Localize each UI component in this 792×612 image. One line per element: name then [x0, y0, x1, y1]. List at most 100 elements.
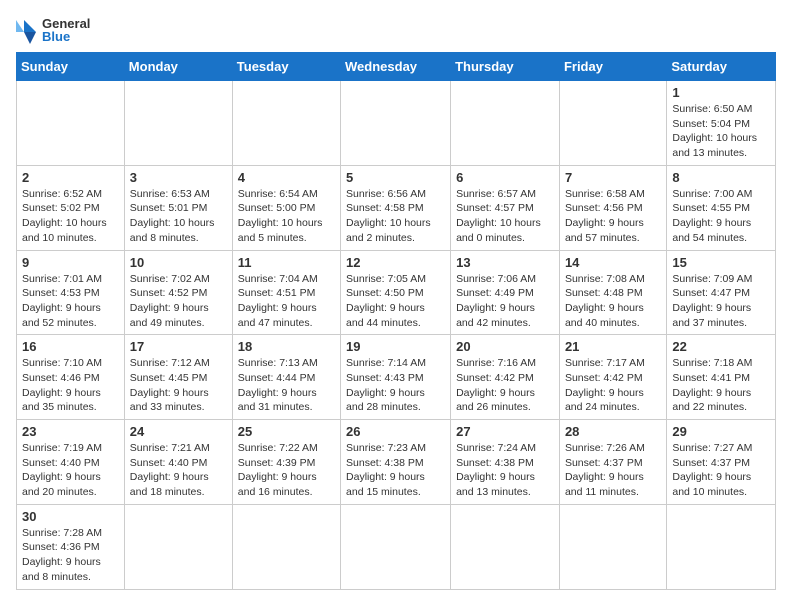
calendar-cell — [232, 504, 340, 589]
day-info: Sunrise: 7:10 AM Sunset: 4:46 PM Dayligh… — [22, 356, 119, 415]
day-info: Sunrise: 7:19 AM Sunset: 4:40 PM Dayligh… — [22, 441, 119, 500]
day-number: 26 — [346, 424, 445, 439]
logo-blue: Blue — [42, 30, 90, 43]
week-row-5: 30 Sunrise: 7:28 AM Sunset: 4:36 PM Dayli… — [17, 504, 776, 589]
day-number: 12 — [346, 255, 445, 270]
calendar-cell: 11 Sunrise: 7:04 AM Sunset: 4:51 PM Dayli… — [232, 250, 340, 335]
day-info: Sunrise: 6:50 AM Sunset: 5:04 PM Dayligh… — [672, 102, 770, 161]
calendar-cell: 12Sunrise: 7:05 AM Sunset: 4:50 PM Dayli… — [341, 250, 451, 335]
day-info: Sunrise: 7:00 AM Sunset: 4:55 PM Dayligh… — [672, 187, 770, 246]
day-number: 14 — [565, 255, 661, 270]
day-number: 18 — [238, 339, 335, 354]
day-number: 25 — [238, 424, 335, 439]
calendar-cell — [341, 81, 451, 166]
header-sunday: Sunday — [17, 53, 125, 81]
calendar-cell: 7 Sunrise: 6:58 AM Sunset: 4:56 PM Daylig… — [559, 165, 666, 250]
day-number: 27 — [456, 424, 554, 439]
logo-triangle-icon — [16, 16, 40, 44]
day-info: Sunrise: 6:58 AM Sunset: 4:56 PM Dayligh… — [565, 187, 661, 246]
day-number: 7 — [565, 170, 661, 185]
day-number: 10 — [130, 255, 227, 270]
calendar-cell: 22Sunrise: 7:18 AM Sunset: 4:41 PM Dayli… — [667, 335, 776, 420]
calendar-cell: 19 Sunrise: 7:14 AM Sunset: 4:43 PM Dayli… — [341, 335, 451, 420]
day-info: Sunrise: 7:01 AM Sunset: 4:53 PM Dayligh… — [22, 272, 119, 331]
calendar-cell — [232, 81, 340, 166]
calendar-cell: 16Sunrise: 7:10 AM Sunset: 4:46 PM Dayli… — [17, 335, 125, 420]
day-info: Sunrise: 7:23 AM Sunset: 4:38 PM Dayligh… — [346, 441, 445, 500]
calendar-cell: 15Sunrise: 7:09 AM Sunset: 4:47 PM Dayli… — [667, 250, 776, 335]
week-row-2: 9 Sunrise: 7:01 AM Sunset: 4:53 PM Daylig… — [17, 250, 776, 335]
calendar-cell: 28 Sunrise: 7:26 AM Sunset: 4:37 PM Dayli… — [559, 420, 666, 505]
day-info: Sunrise: 7:17 AM Sunset: 4:42 PM Dayligh… — [565, 356, 661, 415]
day-number: 15 — [672, 255, 770, 270]
day-number: 23 — [22, 424, 119, 439]
day-info: Sunrise: 7:14 AM Sunset: 4:43 PM Dayligh… — [346, 356, 445, 415]
day-info: Sunrise: 6:56 AM Sunset: 4:58 PM Dayligh… — [346, 187, 445, 246]
day-number: 1 — [672, 85, 770, 100]
calendar-table: SundayMondayTuesdayWednesdayThursdayFrid… — [16, 52, 776, 590]
day-info: Sunrise: 7:13 AM Sunset: 4:44 PM Dayligh… — [238, 356, 335, 415]
day-number: 19 — [346, 339, 445, 354]
calendar-cell: 18 Sunrise: 7:13 AM Sunset: 4:44 PM Dayli… — [232, 335, 340, 420]
header-thursday: Thursday — [451, 53, 560, 81]
week-row-1: 2Sunrise: 6:52 AM Sunset: 5:02 PM Daylig… — [17, 165, 776, 250]
header-saturday: Saturday — [667, 53, 776, 81]
day-number: 2 — [22, 170, 119, 185]
day-info: Sunrise: 7:02 AM Sunset: 4:52 PM Dayligh… — [130, 272, 227, 331]
calendar-cell: 17 Sunrise: 7:12 AM Sunset: 4:45 PM Dayli… — [124, 335, 232, 420]
day-number: 21 — [565, 339, 661, 354]
day-number: 22 — [672, 339, 770, 354]
day-info: Sunrise: 7:21 AM Sunset: 4:40 PM Dayligh… — [130, 441, 227, 500]
logo: General Blue — [16, 16, 90, 44]
day-number: 11 — [238, 255, 335, 270]
week-row-4: 23 Sunrise: 7:19 AM Sunset: 4:40 PM Dayli… — [17, 420, 776, 505]
calendar-cell — [559, 504, 666, 589]
calendar-cell: 6Sunrise: 6:57 AM Sunset: 4:57 PM Daylig… — [451, 165, 560, 250]
calendar-cell: 10 Sunrise: 7:02 AM Sunset: 4:52 PM Dayli… — [124, 250, 232, 335]
calendar-cell: 2Sunrise: 6:52 AM Sunset: 5:02 PM Daylig… — [17, 165, 125, 250]
header-tuesday: Tuesday — [232, 53, 340, 81]
day-number: 8 — [672, 170, 770, 185]
calendar-cell: 8 Sunrise: 7:00 AM Sunset: 4:55 PM Daylig… — [667, 165, 776, 250]
calendar-cell — [451, 504, 560, 589]
day-info: Sunrise: 7:04 AM Sunset: 4:51 PM Dayligh… — [238, 272, 335, 331]
calendar-cell: 26 Sunrise: 7:23 AM Sunset: 4:38 PM Dayli… — [341, 420, 451, 505]
day-info: Sunrise: 6:53 AM Sunset: 5:01 PM Dayligh… — [130, 187, 227, 246]
header-monday: Monday — [124, 53, 232, 81]
day-info: Sunrise: 7:22 AM Sunset: 4:39 PM Dayligh… — [238, 441, 335, 500]
calendar-cell: 27Sunrise: 7:24 AM Sunset: 4:38 PM Dayli… — [451, 420, 560, 505]
calendar-cell: 14Sunrise: 7:08 AM Sunset: 4:48 PM Dayli… — [559, 250, 666, 335]
day-info: Sunrise: 7:16 AM Sunset: 4:42 PM Dayligh… — [456, 356, 554, 415]
day-info: Sunrise: 7:27 AM Sunset: 4:37 PM Dayligh… — [672, 441, 770, 500]
calendar-cell: 20 Sunrise: 7:16 AM Sunset: 4:42 PM Dayli… — [451, 335, 560, 420]
day-number: 24 — [130, 424, 227, 439]
calendar-cell: 1 Sunrise: 6:50 AM Sunset: 5:04 PM Daylig… — [667, 81, 776, 166]
day-number: 9 — [22, 255, 119, 270]
calendar-cell: 3 Sunrise: 6:53 AM Sunset: 5:01 PM Daylig… — [124, 165, 232, 250]
page-header: General Blue — [16, 16, 776, 44]
day-info: Sunrise: 7:12 AM Sunset: 4:45 PM Dayligh… — [130, 356, 227, 415]
day-number: 20 — [456, 339, 554, 354]
calendar-cell — [124, 504, 232, 589]
day-info: Sunrise: 6:57 AM Sunset: 4:57 PM Dayligh… — [456, 187, 554, 246]
calendar-cell — [124, 81, 232, 166]
logo-container: General Blue — [16, 16, 90, 44]
calendar-cell — [17, 81, 125, 166]
calendar-header-row: SundayMondayTuesdayWednesdayThursdayFrid… — [17, 53, 776, 81]
calendar-cell: 13Sunrise: 7:06 AM Sunset: 4:49 PM Dayli… — [451, 250, 560, 335]
day-info: Sunrise: 6:54 AM Sunset: 5:00 PM Dayligh… — [238, 187, 335, 246]
day-info: Sunrise: 7:28 AM Sunset: 4:36 PM Dayligh… — [22, 526, 119, 585]
header-wednesday: Wednesday — [341, 53, 451, 81]
week-row-0: 1 Sunrise: 6:50 AM Sunset: 5:04 PM Daylig… — [17, 81, 776, 166]
calendar-cell: 30 Sunrise: 7:28 AM Sunset: 4:36 PM Dayli… — [17, 504, 125, 589]
calendar-cell — [451, 81, 560, 166]
day-info: Sunrise: 7:26 AM Sunset: 4:37 PM Dayligh… — [565, 441, 661, 500]
day-number: 3 — [130, 170, 227, 185]
day-number: 17 — [130, 339, 227, 354]
calendar-cell: 29Sunrise: 7:27 AM Sunset: 4:37 PM Dayli… — [667, 420, 776, 505]
calendar-cell: 25 Sunrise: 7:22 AM Sunset: 4:39 PM Dayli… — [232, 420, 340, 505]
day-number: 28 — [565, 424, 661, 439]
day-number: 5 — [346, 170, 445, 185]
day-number: 30 — [22, 509, 119, 524]
calendar-cell: 4Sunrise: 6:54 AM Sunset: 5:00 PM Daylig… — [232, 165, 340, 250]
